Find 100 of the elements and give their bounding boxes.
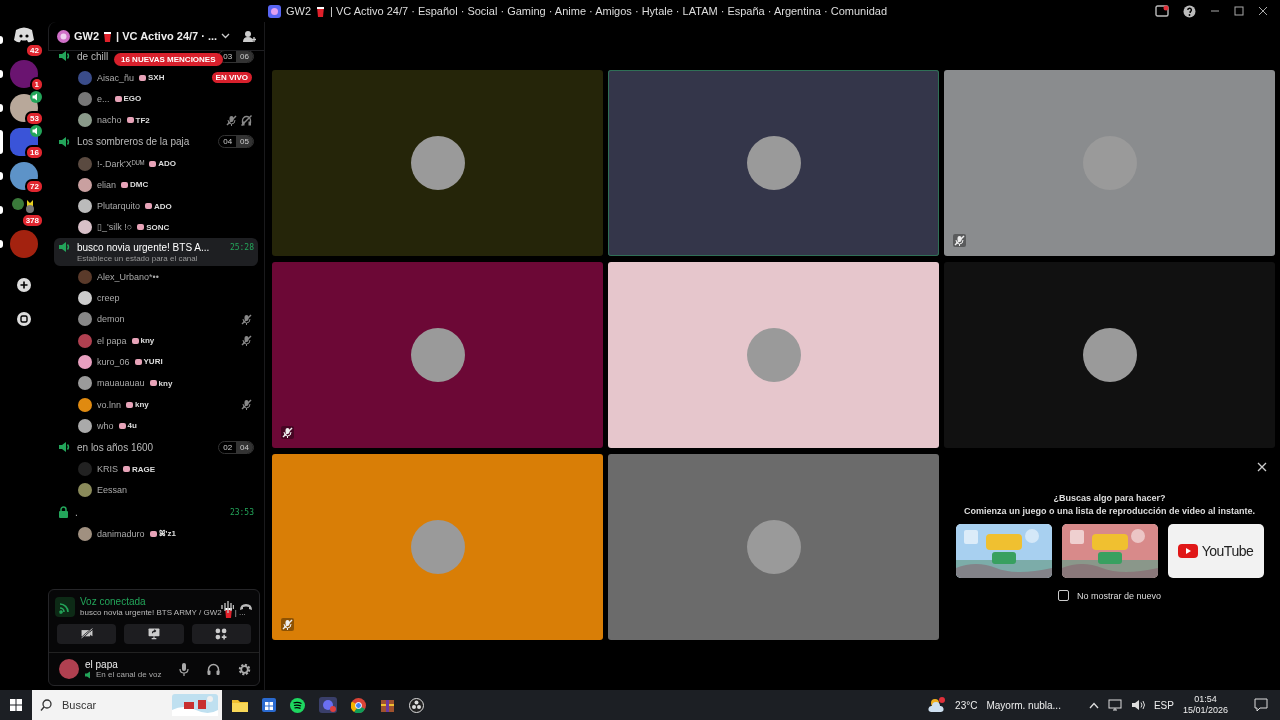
archive-box-icon[interactable] [380, 697, 395, 713]
disconnect-icon[interactable] [239, 602, 253, 612]
weather-summary[interactable]: Mayorm. nubla... [986, 699, 1061, 711]
speaker-icon [58, 135, 71, 148]
connected-channel-name[interactable]: | ... [234, 608, 246, 617]
camera-off-button[interactable] [57, 624, 117, 644]
compass-icon[interactable] [17, 312, 31, 326]
live-badge: EN VIVO [211, 72, 252, 84]
user-name[interactable]: e... [97, 93, 110, 104]
user-name[interactable]: vo.lnn [97, 399, 122, 410]
speaker-icon [58, 441, 71, 454]
inbox-icon[interactable] [1155, 5, 1169, 17]
clock-date[interactable]: 15/01/2026 [1182, 705, 1228, 716]
add-member-icon[interactable] [243, 29, 256, 43]
user-name[interactable]: Eessan [97, 485, 128, 496]
clock-time[interactable]: 01:54 [1194, 694, 1217, 705]
user-tag: 4u [118, 421, 137, 431]
user-name[interactable]: Plutarquito [97, 201, 141, 212]
video-tile[interactable] [272, 70, 603, 256]
checkbox[interactable] [1057, 590, 1069, 601]
mentions-badge[interactable]: 16 NUEVAS MENCIONES [114, 53, 223, 66]
chat-app-icon[interactable] [319, 697, 337, 713]
unread-badge: 42 [25, 43, 44, 58]
username[interactable]: el papa [85, 659, 173, 670]
chat-app-logo-icon[interactable] [14, 27, 34, 43]
record-icon[interactable] [409, 697, 424, 713]
signal-icon [55, 597, 75, 617]
chevron-up-icon[interactable] [1088, 701, 1099, 709]
user-name[interactable]: creep [97, 293, 120, 303]
call-timer: 25:28 [229, 242, 254, 252]
user-name[interactable]: KRIS [97, 464, 118, 475]
connected-channel-name[interactable]: busco novia urgente! BTS ARMY / GW2 [80, 608, 222, 617]
user-name[interactable]: kuro_06 [97, 356, 130, 367]
video-tile[interactable] [944, 70, 1275, 256]
maximize-icon[interactable] [1234, 6, 1244, 16]
connection-status[interactable]: Voz conectada [80, 596, 216, 607]
user-name[interactable]: mauauauau [97, 378, 145, 389]
microphone-icon[interactable] [179, 662, 189, 676]
user-tag: ADO [145, 201, 172, 211]
windows-icon[interactable] [10, 699, 22, 711]
video-tile[interactable] [272, 262, 603, 448]
sound-wave-icon[interactable] [221, 601, 234, 613]
video-tile[interactable] [608, 454, 939, 640]
user-name[interactable]: !-.Dark'Xᴰᵁᴹ [97, 158, 145, 169]
user-name[interactable]: nacho [97, 115, 122, 126]
call-timer: 23:53 [229, 507, 254, 517]
network-icon[interactable] [1107, 699, 1122, 711]
activity-subtitle: Comienza un juego o una lista de reproducción de video al instante. [963, 505, 1255, 518]
voice-channel[interactable]: busco novia urgente! BTS A... 25:28 Establece un estado para el canal [54, 238, 258, 267]
shapes-icon [214, 627, 229, 641]
input-language[interactable]: ESP [1153, 699, 1174, 711]
video-tile[interactable] [608, 70, 939, 256]
screen-share-icon [147, 627, 161, 641]
user-name[interactable]: el papa [97, 335, 127, 346]
chevron-down-icon[interactable] [221, 33, 231, 39]
video-tile[interactable] [272, 454, 603, 640]
channel-status-hint[interactable]: Establece un estado para el canal [58, 254, 254, 264]
user-name[interactable]: elian [97, 179, 116, 190]
app-logo-icon [268, 4, 281, 18]
settings-icon[interactable] [238, 662, 251, 676]
search-bar[interactable]: Buscar [32, 690, 222, 720]
screen-share-button[interactable] [124, 624, 184, 644]
user-name[interactable]: Aisac_ñu [97, 72, 135, 83]
user-tag: SONC [137, 222, 170, 232]
close-icon[interactable] [1258, 6, 1268, 16]
user-avatar [1082, 328, 1137, 382]
channel-name: en los años 1600 [77, 441, 154, 453]
user-tag: DMC [121, 180, 149, 190]
weather-icon[interactable] [928, 697, 947, 713]
temperature[interactable]: 23°C [955, 699, 978, 711]
user-name[interactable]: Alex_Urbano*•• [97, 271, 159, 282]
user-name[interactable]: ▯_'silk !○ [97, 222, 133, 233]
user-tag: SXH [139, 73, 165, 83]
user-name[interactable]: danimaduro [97, 528, 145, 539]
user-avatar [746, 328, 801, 382]
channel-name: . [75, 506, 78, 518]
browser-icon[interactable] [351, 697, 366, 713]
search-field[interactable]: Buscar [60, 698, 164, 712]
notifications-icon[interactable] [1254, 698, 1268, 712]
server-name[interactable]: | VC Activo 24/7 · ... [116, 30, 218, 42]
server-icon[interactable] [10, 162, 38, 190]
help-icon[interactable] [1183, 4, 1196, 18]
server-name[interactable]: GW2 [74, 30, 100, 42]
user-avatar[interactable] [59, 659, 79, 679]
headphones-icon[interactable] [207, 663, 220, 675]
store-icon[interactable] [262, 698, 276, 712]
activities-button[interactable] [191, 624, 251, 644]
video-tile[interactable] [608, 262, 939, 448]
server-icon [57, 29, 70, 43]
user-name[interactable]: demon [97, 314, 125, 325]
video-tile[interactable] [944, 262, 1275, 448]
volume-icon[interactable] [1130, 699, 1145, 711]
user-name[interactable]: who [97, 420, 114, 431]
speaker-icon [58, 51, 71, 62]
close-icon[interactable] [1257, 462, 1267, 472]
add-server-icon[interactable] [17, 278, 31, 292]
music-icon[interactable] [290, 697, 305, 713]
youtube-card[interactable]: YouTube [1167, 524, 1264, 578]
folder-icon[interactable] [232, 698, 248, 712]
activity-title: ¿Buscas algo para hacer? [1053, 492, 1166, 505]
